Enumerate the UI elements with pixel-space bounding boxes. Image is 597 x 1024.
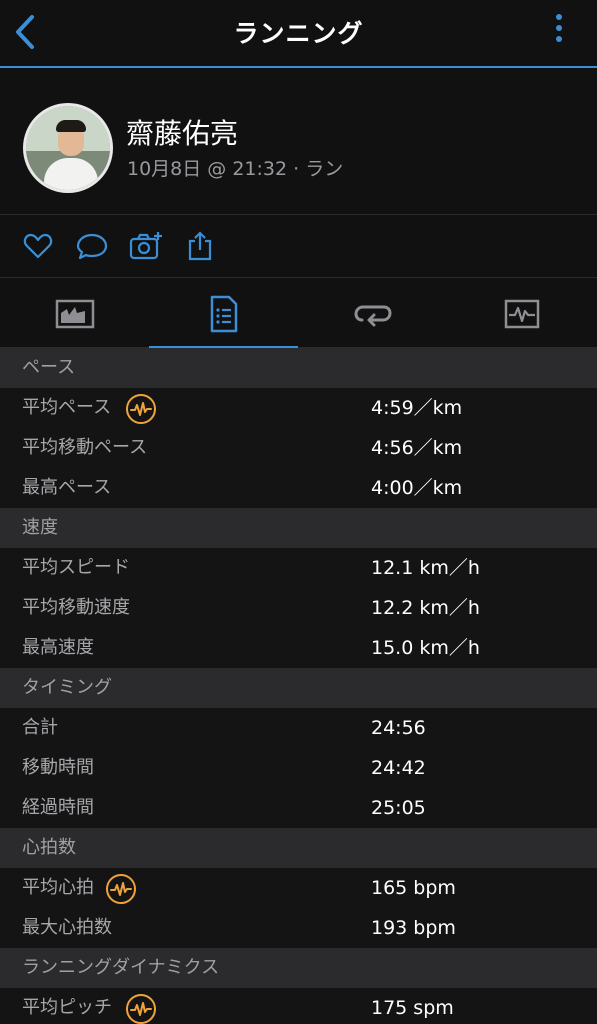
stat-row[interactable]: 平均ピッチ 175 spm [0, 988, 597, 1024]
graph-icon [504, 299, 539, 328]
heart-rate-wave-icon [126, 994, 156, 1024]
stat-label: 平均移動ペース [22, 437, 148, 458]
stat-label: 最高速度 [22, 637, 94, 658]
add-photo-button[interactable] [129, 230, 162, 262]
comment-button[interactable] [76, 230, 108, 262]
comment-icon [76, 233, 108, 260]
activity-date-type: 10月8日 @ 21:32 · ラン [127, 158, 344, 180]
stat-label: 平均スピード [22, 557, 130, 578]
user-name[interactable]: 齋藤佑亮 [126, 112, 238, 152]
stat-value: 4:00／km [371, 477, 463, 499]
more-dot-icon [556, 14, 562, 20]
stat-row[interactable]: 平均ペース 4:59／km [0, 388, 597, 428]
heart-rate-wave-icon [106, 874, 136, 904]
section-header-pace: ペース [0, 348, 597, 388]
stats-list: ペース 平均ペース 4:59／km 平均移動ペース 4:56／km 最高ペース … [0, 348, 597, 1024]
document-list-icon [210, 295, 237, 332]
top-bar: ランニング [0, 0, 597, 68]
page-title: ランニング [233, 19, 364, 48]
more-options-button[interactable] [553, 14, 565, 50]
social-actions-bar [0, 216, 597, 278]
stat-row[interactable]: 平均移動速度 12.2 km／h [0, 588, 597, 628]
stat-value: 165 bpm [371, 877, 456, 899]
stat-label: 平均移動速度 [22, 597, 130, 618]
stat-label: 最高ペース [22, 477, 112, 498]
heart-icon [23, 233, 53, 259]
section-header-timing: タイミング [0, 668, 597, 708]
stat-value: 4:59／km [371, 397, 463, 419]
stat-label: 合計 [22, 717, 58, 738]
section-header-running-dynamics: ランニングダイナミクス [0, 948, 597, 988]
share-button[interactable] [186, 230, 218, 262]
tab-overview[interactable] [0, 279, 149, 348]
stat-row[interactable]: 平均心拍 165 bpm [0, 868, 597, 908]
stat-value: 24:56 [371, 717, 426, 739]
section-header-speed: 速度 [0, 508, 597, 548]
stat-label: 経過時間 [22, 797, 94, 818]
more-dot-icon [556, 25, 562, 31]
stat-label: 移動時間 [22, 757, 94, 778]
activity-owner: 齋藤佑亮 10月8日 @ 21:32 · ラン [0, 70, 597, 215]
stat-value: 24:42 [371, 757, 426, 779]
stat-label: 平均心拍 [22, 877, 94, 898]
chart-icon [55, 299, 94, 328]
activity-tabs [0, 279, 597, 349]
stat-row[interactable]: 経過時間 25:05 [0, 788, 597, 828]
section-header-heart-rate: 心拍数 [0, 828, 597, 868]
stat-row[interactable]: 最高速度 15.0 km／h [0, 628, 597, 668]
stat-row[interactable]: 合計 24:56 [0, 708, 597, 748]
stat-value: 12.2 km／h [371, 597, 480, 619]
stat-value: 4:56／km [371, 437, 463, 459]
share-icon [188, 231, 212, 261]
stat-row[interactable]: 最高ペース 4:00／km [0, 468, 597, 508]
stat-row[interactable]: 移動時間 24:42 [0, 748, 597, 788]
tab-stats[interactable] [149, 279, 298, 349]
stat-row[interactable]: 平均スピード 12.1 km／h [0, 548, 597, 588]
camera-add-icon [129, 232, 162, 260]
tab-laps[interactable] [298, 279, 447, 348]
stat-value: 12.1 km／h [371, 557, 480, 579]
stat-value: 175 spm [371, 997, 454, 1019]
stat-value: 25:05 [371, 797, 426, 819]
stat-label: 平均ピッチ [22, 997, 112, 1018]
stat-label: 平均ペース [22, 397, 112, 418]
stat-row[interactable]: 最大心拍数 193 bpm [0, 908, 597, 948]
like-button[interactable] [22, 230, 54, 262]
more-dot-icon [556, 36, 562, 42]
stat-row[interactable]: 平均移動ペース 4:56／km [0, 428, 597, 468]
avatar[interactable] [23, 103, 113, 193]
stat-value: 193 bpm [371, 917, 456, 939]
stat-label: 最大心拍数 [22, 917, 112, 938]
heart-rate-wave-icon [126, 394, 156, 424]
stat-value: 15.0 km／h [371, 637, 480, 659]
tab-charts[interactable] [447, 279, 596, 348]
laps-icon [353, 305, 392, 326]
